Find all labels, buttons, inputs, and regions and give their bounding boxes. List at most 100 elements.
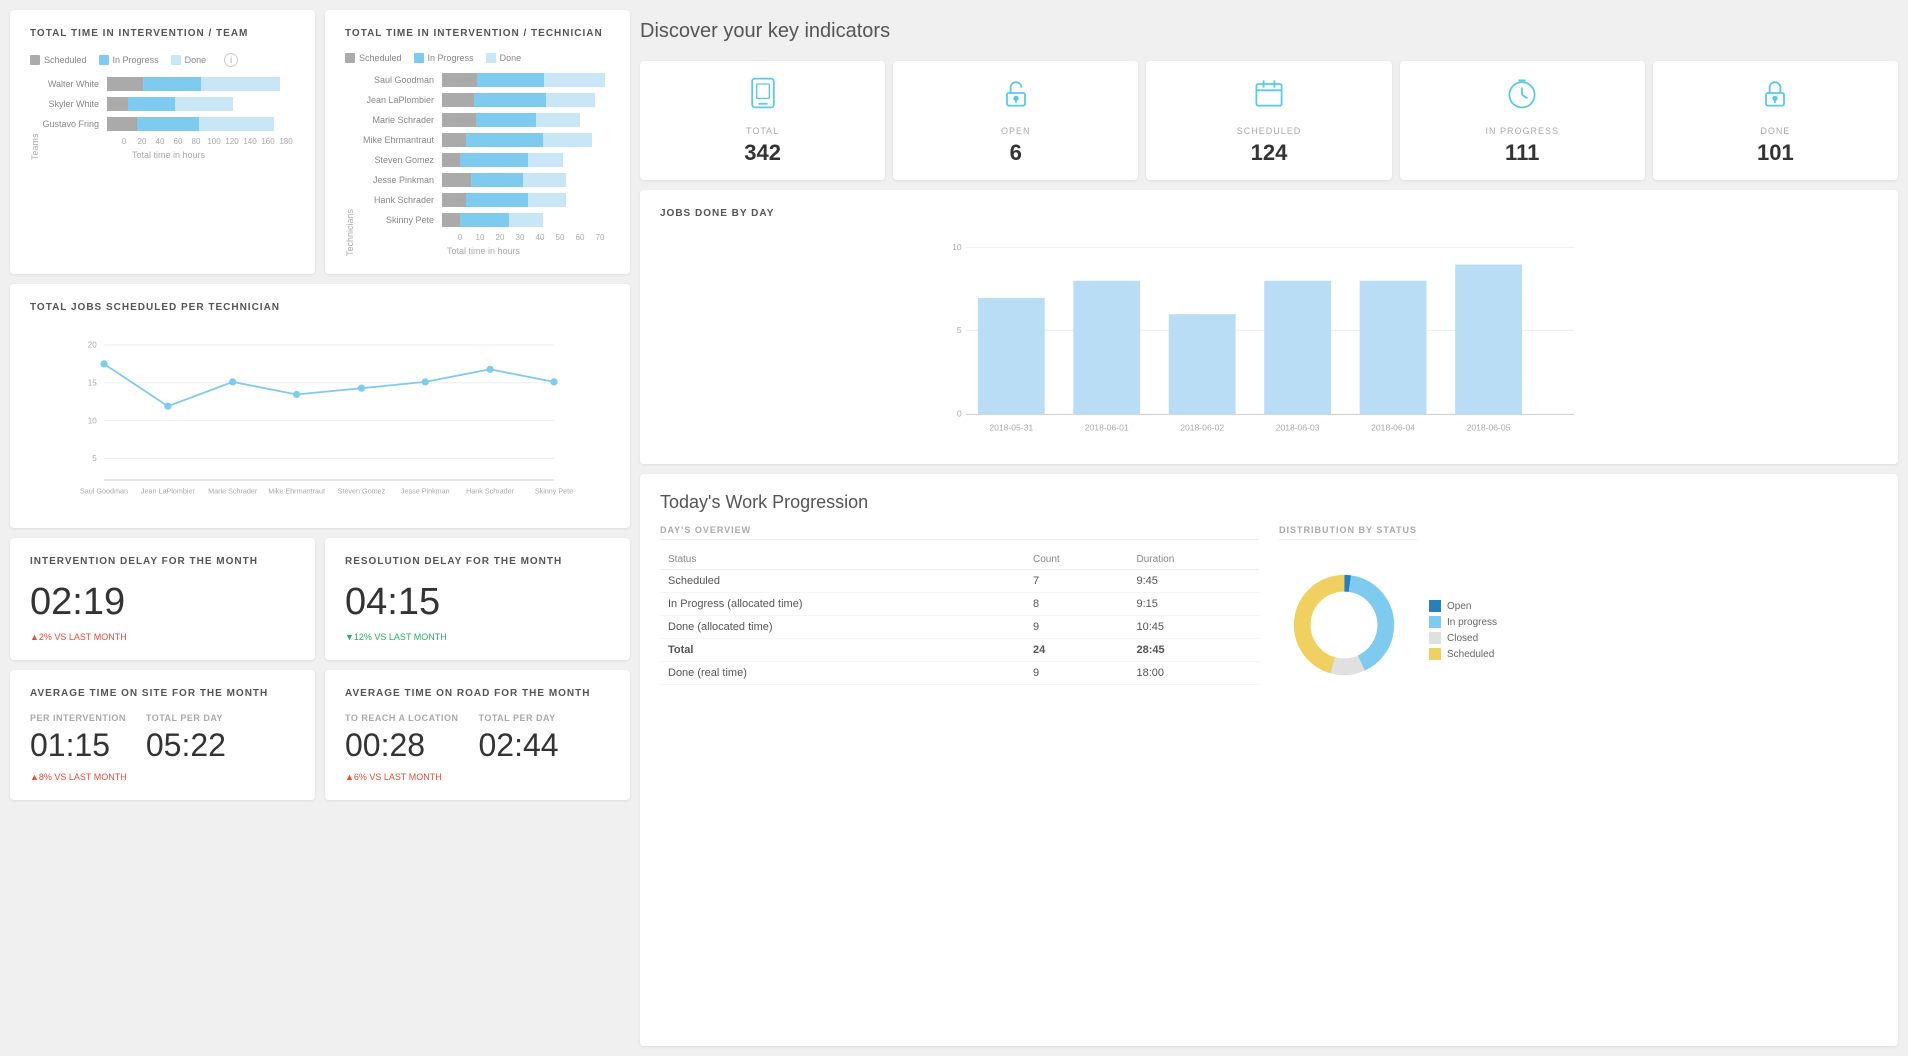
bar-track-saul xyxy=(442,73,610,87)
row-scheduled-duration: 9:45 xyxy=(1128,570,1259,593)
svg-text:Marie Schrader: Marie Schrader xyxy=(208,487,258,496)
avg-road-label1: TO REACH A LOCATION xyxy=(345,713,459,723)
marie-scheduled xyxy=(442,113,476,127)
jesse-inprogress xyxy=(471,173,523,187)
legend-scheduled-dist-label: Scheduled xyxy=(1447,649,1494,660)
avg-road-card: AVERAGE TIME ON ROAD FOR THE MONTH TO RE… xyxy=(325,670,630,800)
bar-row-mike: Mike Ehrmantraut xyxy=(357,133,610,147)
legend-inprogress-dist-label: In progress xyxy=(1447,617,1497,628)
intervention-delay-value: 02:19 xyxy=(30,581,295,624)
delay-row: INTERVENTION DELAY FOR THE MONTH 02:19 ▲… xyxy=(10,538,630,660)
done-label: Done xyxy=(185,55,207,65)
kpi-total-value: 342 xyxy=(650,140,875,166)
bar-track-skinny xyxy=(442,213,610,227)
resolution-delay-card: RESOLUTION DELAY FOR THE MONTH 04:15 ▼12… xyxy=(325,538,630,660)
scheduled-line-svg: 20 15 10 5 Saul Goodman J xyxy=(30,327,610,507)
avg-site-label2: TOTAL PER DAY xyxy=(146,713,226,723)
table-header-row: Status Count Duration xyxy=(660,550,1259,570)
legend-inprogress-dist: In progress xyxy=(1429,616,1497,628)
mike-done xyxy=(543,133,592,147)
row-realtime-count: 9 xyxy=(1025,662,1129,685)
svg-text:2018-06-05: 2018-06-05 xyxy=(1467,423,1511,433)
bar-track-jesse xyxy=(442,173,610,187)
avg-site-title: AVERAGE TIME ON SITE FOR THE MONTH xyxy=(30,688,295,699)
gustavo-scheduled xyxy=(107,117,137,131)
bar-track-walter xyxy=(107,77,295,91)
dashboard: TOTAL TIME IN INTERVENTION / TEAM Schedu… xyxy=(0,0,1908,1056)
intervention-delay-vs: ▲2% VS LAST MONTH xyxy=(30,632,295,642)
info-icon[interactable]: i xyxy=(224,53,238,67)
svg-text:2018-06-01: 2018-06-01 xyxy=(1085,423,1129,433)
col-count: Count xyxy=(1025,550,1129,570)
legend-closed-color xyxy=(1429,632,1441,644)
skinny-scheduled xyxy=(442,213,460,227)
jobs-chart-title: JOBS DONE BY DAY xyxy=(660,208,1878,219)
tech-bars: Saul Goodman Jean LaPlombier xyxy=(357,73,610,256)
bar-track-gustavo xyxy=(107,117,295,131)
kpi-inprogress-label: IN PROGRESS xyxy=(1410,126,1635,136)
right-panel: Discover your key indicators TOTAL 342 xyxy=(640,10,1898,1046)
avg-site-vs: ▲8% VS LAST MONTH xyxy=(30,772,295,782)
avg-road-total: TOTAL PER DAY 02:44 xyxy=(479,713,559,764)
mike-scheduled xyxy=(442,133,466,147)
avg-site-value2: 05:22 xyxy=(146,727,226,764)
skyler-done xyxy=(175,97,233,111)
tech-inprogress-label: In Progress xyxy=(428,53,474,63)
left-panel: TOTAL TIME IN INTERVENTION / TEAM Schedu… xyxy=(10,10,630,1046)
hank-done xyxy=(528,193,567,207)
team-x-title: Total time in hours xyxy=(42,150,295,160)
work-progression-card: Today's Work Progression DAY'S OVERVIEW … xyxy=(640,474,1898,1046)
hank-scheduled xyxy=(442,193,466,207)
table-row: In Progress (allocated time) 8 9:15 xyxy=(660,593,1259,616)
svg-text:15: 15 xyxy=(88,379,97,388)
work-prog-title: Today's Work Progression xyxy=(660,492,1878,513)
svg-text:2018-06-04: 2018-06-04 xyxy=(1371,423,1415,433)
legend-open: Open xyxy=(1429,600,1497,612)
bar-track-skyler xyxy=(107,97,295,111)
legend-scheduled-dist: Scheduled xyxy=(1429,648,1497,660)
row-scheduled-status: Scheduled xyxy=(660,570,1025,593)
team-x-axis: 0 20 40 60 80 100 120 140 160 180 xyxy=(115,137,295,146)
bar-track-hank xyxy=(442,193,610,207)
avg-road-label2: TOTAL PER DAY xyxy=(479,713,559,723)
tablet-icon xyxy=(650,75,875,118)
avg-road-value1: 00:28 xyxy=(345,727,459,764)
tech-bars-container: Technicians Saul Goodman Jean LaPlombier xyxy=(345,73,610,256)
bar-label-hank: Hank Schrader xyxy=(357,195,442,205)
svg-text:Steven Gomez: Steven Gomez xyxy=(338,487,386,496)
bar-row-skyler: Skyler White xyxy=(42,97,295,111)
team-bars-container: Teams Walter White xyxy=(30,77,295,160)
donut-chart xyxy=(1279,560,1409,690)
kpi-section: Discover your key indicators TOTAL 342 xyxy=(640,10,1898,180)
inprogress-color xyxy=(99,55,109,65)
team-bars: Walter White Skyler White xyxy=(42,77,295,160)
bar-2018-05-31 xyxy=(978,298,1045,414)
row-inprogress-count: 8 xyxy=(1025,593,1129,616)
avg-site-value1: 01:15 xyxy=(30,727,126,764)
dot-1 xyxy=(164,403,171,410)
kpi-scheduled-label: SCHEDULED xyxy=(1156,126,1381,136)
table-total-row: Total 24 28:45 xyxy=(660,639,1259,662)
dot-4 xyxy=(358,385,365,392)
row-total-count: 24 xyxy=(1025,639,1129,662)
steven-done xyxy=(528,153,563,167)
bar-row-hank: Hank Schrader xyxy=(357,193,610,207)
inprogress-label: In Progress xyxy=(113,55,159,65)
jobs-chart-card: JOBS DONE BY DAY 10 5 0 xyxy=(640,190,1898,464)
svg-text:2018-06-03: 2018-06-03 xyxy=(1276,423,1320,433)
legend-inprogress: In Progress xyxy=(99,55,159,65)
avg-road-title: AVERAGE TIME ON ROAD FOR THE MONTH xyxy=(345,688,610,699)
avg-road-location: TO REACH A LOCATION 00:28 xyxy=(345,713,459,764)
row-realtime-status: Done (real time) xyxy=(660,662,1025,685)
tech-scheduled-color xyxy=(345,53,355,63)
legend-scheduled: Scheduled xyxy=(30,55,87,65)
skyler-inprogress xyxy=(128,97,175,111)
dot-2 xyxy=(229,378,236,385)
bar-row-jean: Jean LaPlombier xyxy=(357,93,610,107)
avg-road-value2: 02:44 xyxy=(479,727,559,764)
tech-legend-done: Done xyxy=(486,53,522,63)
skinny-inprogress xyxy=(460,213,509,227)
col-duration: Duration xyxy=(1128,550,1259,570)
skinny-done xyxy=(509,213,543,227)
jesse-done xyxy=(523,173,567,187)
